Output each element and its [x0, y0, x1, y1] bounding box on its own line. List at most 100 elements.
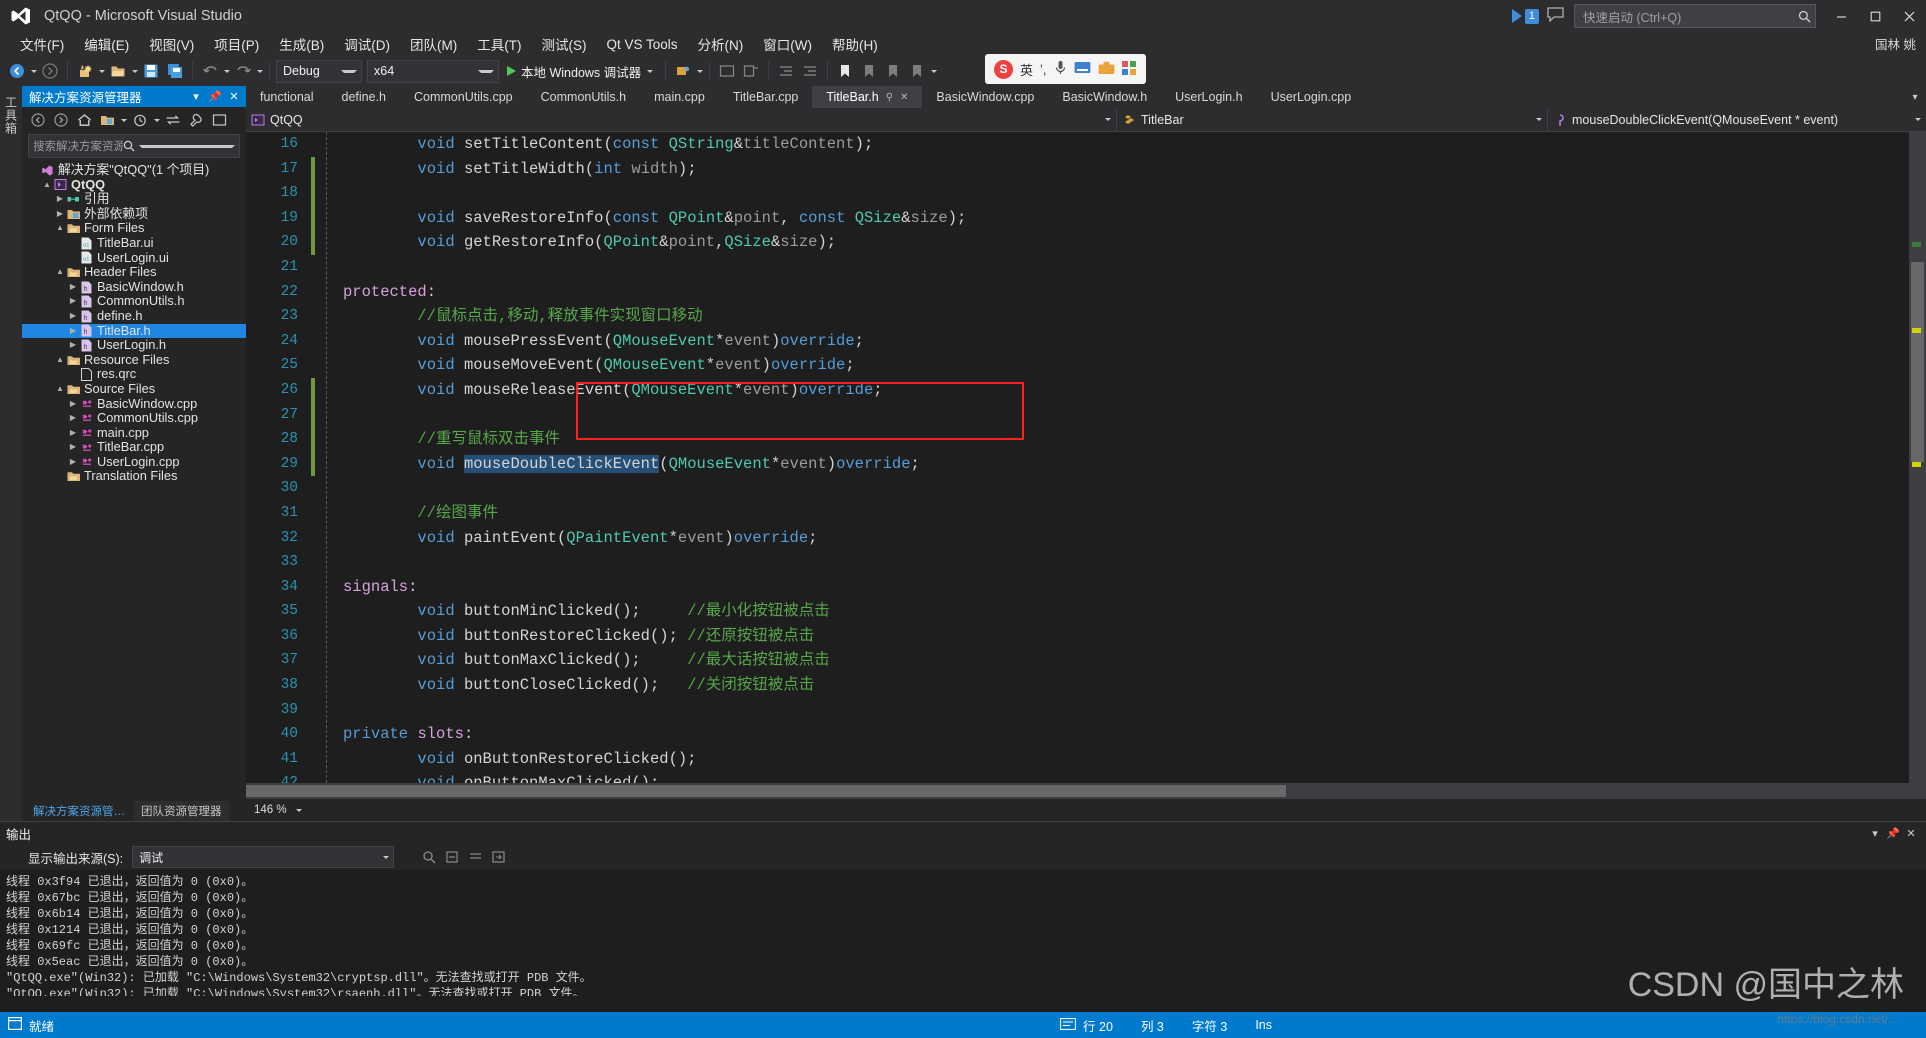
tree-item-commonutils.h[interactable]: ▶ h CommonUtils.h [22, 294, 246, 309]
uncomment-icon[interactable] [740, 60, 762, 82]
code-line-30[interactable]: 30 [246, 476, 1909, 501]
menu-2[interactable]: 视图(V) [139, 32, 204, 56]
navbar-type-combo[interactable]: TitleBar [1117, 108, 1548, 131]
expand-arrow-icon[interactable]: ▶ [67, 309, 79, 324]
zoom-combo[interactable]: 146 % [250, 804, 306, 816]
go-to-message-icon[interactable] [489, 848, 507, 866]
close-icon[interactable]: ✕ [226, 89, 242, 105]
ime-keyboard-icon[interactable] [1074, 61, 1091, 77]
navbar-member-combo[interactable]: mouseDoubleClickEvent(QMouseEvent * even… [1548, 108, 1926, 131]
output-scroll-strip[interactable] [0, 996, 1926, 1012]
forward-icon[interactable] [51, 110, 71, 130]
tree-item-res.qrc[interactable]: res.qrc [22, 367, 246, 382]
code-editor[interactable]: 16 void setTitleContent(const QString&ti… [246, 132, 1926, 783]
menu-12[interactable]: 帮助(H) [822, 32, 888, 56]
code-line-29[interactable]: 29 void mouseDoubleClickEvent(QMouseEven… [246, 451, 1909, 477]
decrease-indent-icon[interactable] [775, 60, 797, 82]
new-project-dropdown-icon[interactable] [99, 69, 105, 73]
close-button[interactable] [1892, 1, 1926, 31]
expand-arrow-icon[interactable]: ▶ [67, 426, 79, 441]
attach-process-icon[interactable] [672, 60, 694, 82]
tree-item-commonutils.cpp[interactable]: ▶ CommonUtils.cpp [22, 411, 246, 426]
send-feedback-icon[interactable] [1547, 7, 1564, 25]
code-line-18[interactable]: 18 [246, 181, 1909, 206]
tree-item-userlogin.h[interactable]: ▶ h UserLogin.h [22, 338, 246, 353]
code-lines[interactable]: 16 void setTitleContent(const QString&ti… [246, 132, 1909, 783]
save-icon[interactable] [140, 60, 162, 82]
ime-punctuation-icon[interactable]: ʼ, [1040, 62, 1047, 77]
code-line-22[interactable]: 22 protected: [246, 280, 1909, 305]
tab-overflow-icon[interactable]: ▾ [1904, 86, 1926, 108]
code-line-28[interactable]: 28 //重写鼠标双击事件 [246, 427, 1909, 452]
increase-indent-icon[interactable] [799, 60, 821, 82]
editor-vertical-scrollbar[interactable] [1909, 132, 1926, 783]
tree-item-translationfiles[interactable]: Translation Files [22, 469, 246, 484]
menu-6[interactable]: 团队(M) [400, 32, 467, 56]
code-line-32[interactable]: 32 void paintEvent(QPaintEvent*event)ove… [246, 526, 1909, 551]
chevron-down-icon[interactable]: ▾ [1866, 824, 1884, 842]
quick-launch-box[interactable]: 快速启动 (Ctrl+Q) [1574, 4, 1816, 28]
editor-horizontal-scrollbar[interactable] [246, 783, 1926, 799]
expand-arrow-icon[interactable]: ▶ [67, 324, 79, 339]
editor-tab-basicwindowcpp[interactable]: BasicWindow.cpp [922, 86, 1049, 108]
back-icon[interactable] [28, 110, 48, 130]
undo-icon[interactable] [199, 60, 221, 82]
editor-tab-defineh[interactable]: define.h [327, 86, 400, 108]
code-line-40[interactable]: 40 private slots: [246, 722, 1909, 747]
forward-icon[interactable] [39, 60, 61, 82]
chevron-down-icon[interactable] [139, 144, 235, 148]
start-debugging-button[interactable]: 本地 Windows 调试器 [501, 60, 659, 82]
menu-10[interactable]: 分析(N) [688, 32, 754, 56]
editor-tab-commonutilscpp[interactable]: CommonUtils.cpp [400, 86, 527, 108]
editor-tab-commonutilsh[interactable]: CommonUtils.h [526, 86, 641, 108]
code-line-31[interactable]: 31 //绘图事件 [246, 501, 1909, 526]
close-tab-icon[interactable]: ✕ [900, 92, 908, 103]
collapse-arrow-icon[interactable]: ▲ [41, 178, 53, 193]
code-line-20[interactable]: 20 void getRestoreInfo(QPoint&point,QSiz… [246, 230, 1909, 255]
attach-dropdown-icon[interactable] [697, 69, 704, 73]
next-bookmark-icon[interactable] [882, 60, 904, 82]
minimize-button[interactable] [1824, 1, 1858, 31]
redo-icon[interactable] [232, 60, 254, 82]
ime-toolbox-icon[interactable] [1098, 61, 1115, 78]
code-line-37[interactable]: 37 void buttonMaxClicked(); //最大话按钮被点击 [246, 648, 1909, 673]
se-bottom-tab-1[interactable]: 团队资源管理器 [134, 801, 229, 821]
tree-item-formfiles[interactable]: ▲ Form Files [22, 221, 246, 236]
menu-4[interactable]: 生成(B) [269, 32, 334, 56]
tree-item-main.cpp[interactable]: ▶ main.cpp [22, 426, 246, 441]
tree-item-titlebar.h[interactable]: ▶ h TitleBar.h [22, 323, 246, 339]
code-line-38[interactable]: 38 void buttonCloseClicked(); //关闭按钮被点击 [246, 673, 1909, 698]
tree-item-basicwindow.h[interactable]: ▶ h BasicWindow.h [22, 280, 246, 295]
menu-9[interactable]: Qt VS Tools [597, 35, 688, 54]
menu-0[interactable]: 文件(F) [10, 32, 74, 56]
code-line-25[interactable]: 25 void mouseMoveEvent(QMouseEvent*event… [246, 353, 1909, 378]
chevron-down-icon[interactable] [154, 118, 160, 122]
properties-icon[interactable] [186, 110, 206, 130]
tree-item-userlogin.cpp[interactable]: ▶ UserLogin.cpp [22, 455, 246, 470]
code-line-17[interactable]: 17 void setTitleWidth(int width); [246, 156, 1909, 182]
collapse-arrow-icon[interactable]: ▲ [54, 382, 66, 397]
menu-7[interactable]: 工具(T) [467, 32, 531, 56]
menu-5[interactable]: 调试(D) [334, 32, 400, 56]
notifications-button[interactable]: 1 [1511, 8, 1539, 24]
code-line-42[interactable]: 42 void onButtonMaxClicked(); [246, 771, 1909, 783]
editor-tab-strip[interactable]: functional define.h CommonUtils.cpp CommonU… [246, 86, 1926, 108]
sync-with-active-document-icon[interactable] [163, 110, 183, 130]
previous-bookmark-icon[interactable] [858, 60, 880, 82]
menu-3[interactable]: 项目(P) [204, 32, 269, 56]
preview-selected-items-icon[interactable] [209, 110, 229, 130]
code-line-36[interactable]: 36 void buttonRestoreClicked(); //还原按钮被点… [246, 624, 1909, 649]
pin-icon[interactable]: 📌 [1884, 824, 1902, 842]
tree-item-qtqq1[interactable]: 解决方案"QtQQ"(1 个项目) [22, 163, 246, 178]
new-project-icon[interactable] [74, 60, 96, 82]
tree-item-headerfiles[interactable]: ▲ Header Files [22, 265, 246, 280]
solution-configuration-combo[interactable]: Debug [276, 59, 362, 83]
chevron-down-icon[interactable]: ▾ [188, 89, 204, 105]
back-icon[interactable] [6, 60, 28, 82]
undo-dropdown-icon[interactable] [224, 69, 230, 73]
chevron-down-icon[interactable] [121, 118, 127, 122]
tree-item-basicwindow.cpp[interactable]: ▶ BasicWindow.cpp [22, 397, 246, 412]
code-line-41[interactable]: 41 void onButtonRestoreClicked(); [246, 747, 1909, 772]
menu-11[interactable]: 窗口(W) [753, 32, 822, 56]
code-line-34[interactable]: 34 signals: [246, 575, 1909, 600]
